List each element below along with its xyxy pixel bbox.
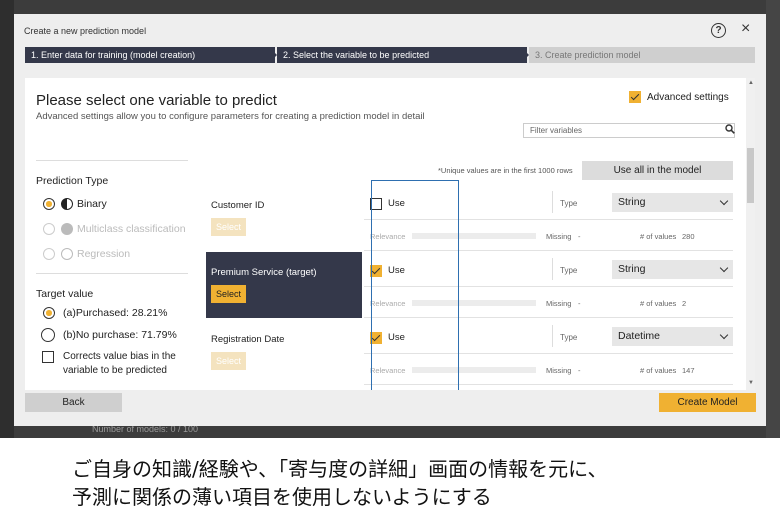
divider (36, 273, 188, 274)
missing-label: Missing (546, 232, 572, 241)
missing-label: Missing (546, 299, 572, 308)
scroll-up-icon[interactable]: ▲ (748, 80, 754, 86)
binary-icon (61, 198, 73, 210)
type-select[interactable]: String (612, 193, 733, 212)
variable-name-cell: Customer ID Select (206, 185, 362, 251)
radio-regression[interactable] (43, 248, 55, 260)
use-all-button[interactable]: Use all in the model (582, 161, 733, 180)
wizard-steps: 1. Enter data for training (model creati… (25, 47, 755, 63)
option-regression-label: Regression (77, 248, 131, 260)
use-column-highlight (371, 180, 459, 390)
variable-name: Registration Date (211, 334, 285, 345)
option-multiclass-label: Multiclass classification (77, 223, 186, 235)
variable-name: Premium Service (target) (211, 267, 317, 278)
create-model-dialog: Create a new prediction model ? × 1. Ent… (14, 14, 766, 426)
scrollbar[interactable] (746, 78, 755, 390)
type-select[interactable]: Datetime (612, 327, 733, 346)
target-value-title: Target value (36, 288, 94, 300)
app-screen: Number of models: 0 / 100 Create a new p… (0, 0, 780, 438)
correct-bias-label-line1: Corrects value bias in the (63, 351, 176, 362)
step-create-model: 3. Create prediction model (529, 47, 755, 63)
regression-icon (61, 248, 73, 260)
background-strip (0, 0, 14, 438)
type-select-value: String (618, 196, 646, 208)
step-enter-data: 1. Enter data for training (model creati… (25, 47, 275, 63)
num-values-label: # of values (640, 299, 677, 308)
option-binary-label: Binary (77, 198, 107, 210)
missing-label: Missing (546, 366, 572, 375)
divider (552, 191, 553, 213)
divider (36, 160, 188, 161)
select-target-button[interactable]: Select (211, 218, 246, 236)
divider (552, 258, 553, 280)
type-label: Type (560, 266, 578, 275)
chevron-down-icon (719, 330, 729, 340)
radio-binary[interactable] (43, 198, 55, 210)
variable-row: Customer ID Select Use Type String Relev… (206, 185, 733, 251)
chevron-down-icon (719, 263, 729, 273)
search-icon[interactable] (725, 124, 735, 137)
unique-values-note: *Unique values are in the first 1000 row… (438, 166, 573, 175)
variable-name-cell: Premium Service (target) Select (206, 252, 362, 318)
content-panel: Please select one variable to predict Ad… (25, 78, 755, 390)
target-purchased-label: (a)Purchased: 28.21% (63, 307, 168, 319)
multiclass-icon (61, 223, 73, 235)
dialog-header: Create a new prediction model ? × (14, 14, 766, 46)
variable-name-cell: Registration Date Select (206, 319, 362, 385)
advanced-settings-checkbox[interactable] (629, 91, 641, 103)
variable-row: Registration Date Select Use Type Dateti… (206, 319, 733, 385)
missing-value: - (578, 232, 581, 241)
help-icon[interactable]: ? (711, 23, 726, 38)
variable-row: Premium Service (target) Select Use Type… (206, 252, 733, 318)
slide-caption: ご自身の知識/経験や、「寄与度の詳細」画面の情報を元に、 予測に関係の薄い項目を… (72, 455, 772, 511)
num-values-label: # of values (640, 366, 677, 375)
page-subtitle: Advanced settings allow you to configure… (36, 111, 425, 122)
type-label: Type (560, 199, 578, 208)
scrollbar-thumb[interactable] (747, 148, 754, 203)
num-values-value: 280 (682, 232, 695, 241)
radio-no-purchase[interactable] (41, 328, 55, 342)
num-values-value: 2 (682, 299, 687, 308)
page-title: Please select one variable to predict (36, 92, 277, 109)
type-label: Type (560, 333, 578, 342)
target-no-purchase-label: (b)No purchase: 71.79% (63, 329, 177, 341)
prediction-type-title: Prediction Type (36, 175, 109, 187)
correct-bias-checkbox[interactable] (42, 351, 54, 363)
type-select-value: Datetime (618, 330, 661, 342)
select-target-button[interactable]: Select (211, 352, 246, 370)
chevron-down-icon (719, 196, 729, 206)
advanced-settings-label: Advanced settings (647, 91, 729, 103)
select-target-button[interactable]: Select (211, 285, 246, 303)
step-arrow (269, 47, 277, 63)
back-button[interactable]: Back (25, 393, 122, 412)
step-select-variable: 2. Select the variable to be predicted (277, 47, 527, 63)
advanced-settings-toggle[interactable]: Advanced settings (629, 91, 729, 103)
num-values-value: 147 (682, 366, 695, 375)
create-model-button[interactable]: Create Model (659, 393, 756, 412)
correct-bias-label-line2: variable to be predicted (63, 365, 167, 376)
dialog-title: Create a new prediction model (24, 26, 147, 36)
radio-purchased[interactable] (43, 307, 55, 319)
type-select-value: String (618, 263, 646, 275)
scroll-down-icon[interactable]: ▼ (748, 380, 754, 386)
step-arrow (521, 47, 529, 63)
filter-variables-input[interactable]: Filter variables (523, 123, 735, 138)
caption-line-2: 予測に関係の薄い項目を使用しないようにする (72, 485, 492, 509)
background-strip (766, 0, 780, 438)
type-select[interactable]: String (612, 260, 733, 279)
caption-line-1: ご自身の知識/経験や、「寄与度の詳細」画面の情報を元に、 (72, 457, 608, 481)
variable-name: Customer ID (211, 200, 265, 211)
close-icon[interactable]: × (741, 20, 750, 38)
divider (552, 325, 553, 347)
radio-multiclass[interactable] (43, 223, 55, 235)
num-values-label: # of values (640, 232, 677, 241)
missing-value: - (578, 366, 581, 375)
missing-value: - (578, 299, 581, 308)
